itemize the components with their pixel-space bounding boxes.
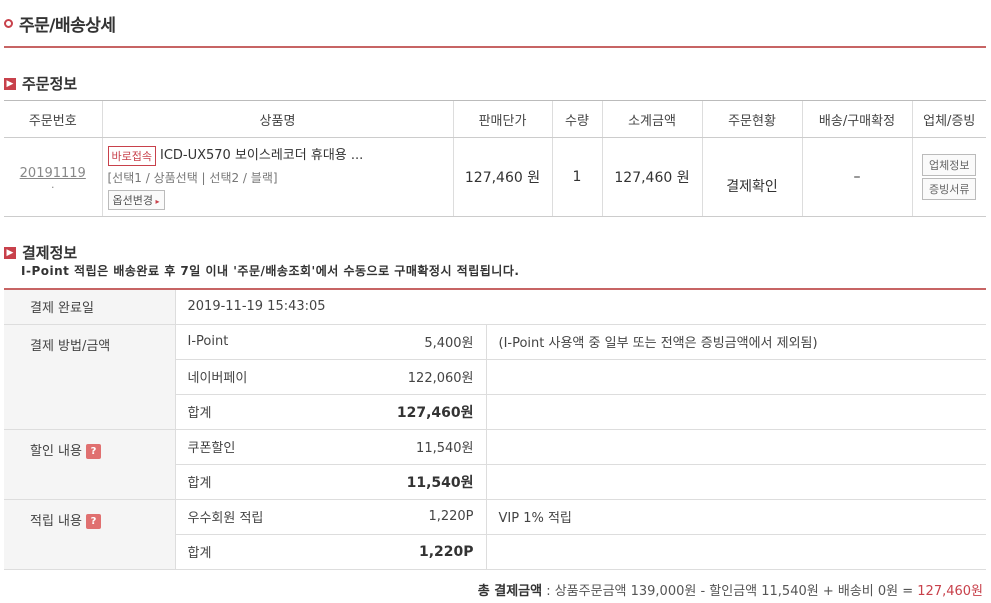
method-total-label: 합계 (175, 394, 355, 430)
table-row: 할인 내용? 쿠폰할인 11,540원 (4, 429, 986, 500)
order-table-header: 주문번호 상품명 판매단가 수량 소계금액 주문현황 배송/구매확정 업체/증빙 (4, 100, 986, 138)
reward-total-amount: 1,220P (355, 534, 487, 570)
page-title-text: 주문/배송상세 (19, 15, 116, 36)
col-subtotal: 소계금액 (601, 100, 702, 138)
method-note (486, 394, 986, 430)
arrow-right-icon: ▶ (4, 77, 16, 90)
order-section-title-text: 주문정보 (22, 75, 78, 93)
discount-amount: 11,540원 (355, 429, 487, 465)
total-label: 총 결제금액 (477, 584, 543, 599)
method-note (486, 359, 986, 395)
help-icon[interactable]: ? (85, 443, 101, 459)
direct-link-badge[interactable]: 바로접속 (107, 145, 156, 166)
col-product: 상품명 (101, 100, 453, 138)
subtotal-cell: 127,460 원 (601, 137, 702, 217)
method-name: I-Point (175, 324, 355, 360)
method-amount: 122,060원 (355, 359, 487, 395)
complete-date-value: 2019-11-19 15:43:05 (175, 288, 986, 325)
method-total-amount: 127,460원 (355, 394, 487, 430)
discount-note (486, 429, 986, 465)
discount-total-label: 합계 (175, 464, 355, 500)
order-no-cell: 20191119 . (4, 137, 102, 217)
circle-bullet-icon (4, 18, 13, 28)
arrow-right-icon: ▶ (4, 246, 16, 259)
product-options: [선택1 / 상품선택 | 선택2 / 블랙] (107, 170, 278, 185)
vendor-cell: 업체정보 증빙서류 (911, 137, 986, 217)
col-order-no: 주문번호 (4, 100, 102, 138)
discount-label-cell: 할인 내용? (4, 429, 176, 500)
order-no-dot: . (51, 177, 55, 191)
total-payment-summary: 총 결제금액 : 상품주문금액 139,000원 - 할인금액 11,540원 … (478, 580, 983, 599)
order-table: 주문번호 상품명 판매단가 수량 소계금액 주문현황 배송/구매확정 업체/증빙… (4, 100, 986, 217)
reward-amount: 1,220P (355, 499, 487, 535)
ipoint-notice: I-Point 적립은 배송완료 후 7일 이내 '주문/배송조회'에서 수동으… (21, 264, 520, 278)
product-cell: 바로접속 ICD-UX570 보이스레코더 휴대용 ... [선택1 / 상품선택… (101, 137, 453, 217)
help-icon[interactable]: ? (85, 513, 101, 529)
reward-name: 우수회원 적립 (175, 499, 355, 535)
proof-docs-button[interactable]: 증빙서류 (922, 178, 977, 200)
col-vendor: 업체/증빙 (911, 100, 986, 138)
vendor-info-button[interactable]: 업체정보 (922, 154, 977, 176)
option-change-button[interactable]: 옵션변경 ▸ (107, 189, 165, 210)
method-name: 네이버페이 (175, 359, 355, 395)
title-divider (4, 46, 986, 48)
payment-section-title-text: 결제정보 (22, 244, 78, 262)
discount-total-amount: 11,540원 (355, 464, 487, 500)
reward-note (486, 534, 986, 570)
method-note: (I-Point 사용액 중 일부 또는 전액은 증빙금액에서 제외됨) (486, 324, 986, 360)
delivery-cell: – (801, 137, 912, 217)
method-amount: 5,400원 (355, 324, 487, 360)
col-qty: 수량 (551, 100, 602, 138)
complete-date-label: 결제 완료일 (4, 288, 176, 325)
page-title: 주문/배송상세 (4, 8, 116, 38)
reward-label: 적립 내용 (30, 513, 82, 529)
complete-date-row: 결제 완료일 2019-11-19 15:43:05 (4, 288, 986, 325)
total-detail: : 상품주문금액 139,000원 - 할인금액 11,540원 + 배송비 0… (542, 584, 918, 599)
order-section-title: ▶ 주문정보 (4, 73, 77, 94)
status-cell: 결제확인 (701, 137, 802, 217)
payment-method-label: 결제 방법/금액 (4, 324, 176, 430)
option-change-label: 옵션변경 (112, 193, 153, 207)
total-amount: 127,460원 (917, 584, 983, 599)
payment-table: 결제 완료일 2019-11-19 15:43:05 결제 방법/금액 I-Po… (4, 288, 986, 570)
table-row: 적립 내용? 우수회원 적립 1,220P VIP 1% 적립 (4, 499, 986, 570)
col-price: 판매단가 (452, 100, 552, 138)
reward-note: VIP 1% 적립 (486, 499, 986, 535)
discount-label: 할인 내용 (30, 443, 82, 459)
table-row: 20191119 . 바로접속 ICD-UX570 보이스레코더 휴대용 ... … (4, 137, 986, 217)
discount-note (486, 464, 986, 500)
payment-section-title: ▶ 결제정보 (4, 242, 77, 263)
table-row: 결제 방법/금액 I-Point 5,400원 (I-Point 사용액 중 일… (4, 324, 986, 430)
reward-total-label: 합계 (175, 534, 355, 570)
qty-cell: 1 (551, 137, 602, 217)
price-cell: 127,460 원 (452, 137, 552, 217)
discount-name: 쿠폰할인 (175, 429, 355, 465)
reward-label-cell: 적립 내용? (4, 499, 176, 570)
col-delivery: 배송/구매확정 (801, 100, 912, 138)
product-name[interactable]: ICD-UX570 보이스레코더 휴대용 ... (160, 148, 363, 163)
col-status: 주문현황 (701, 100, 802, 138)
caret-right-icon: ▸ (152, 196, 160, 206)
